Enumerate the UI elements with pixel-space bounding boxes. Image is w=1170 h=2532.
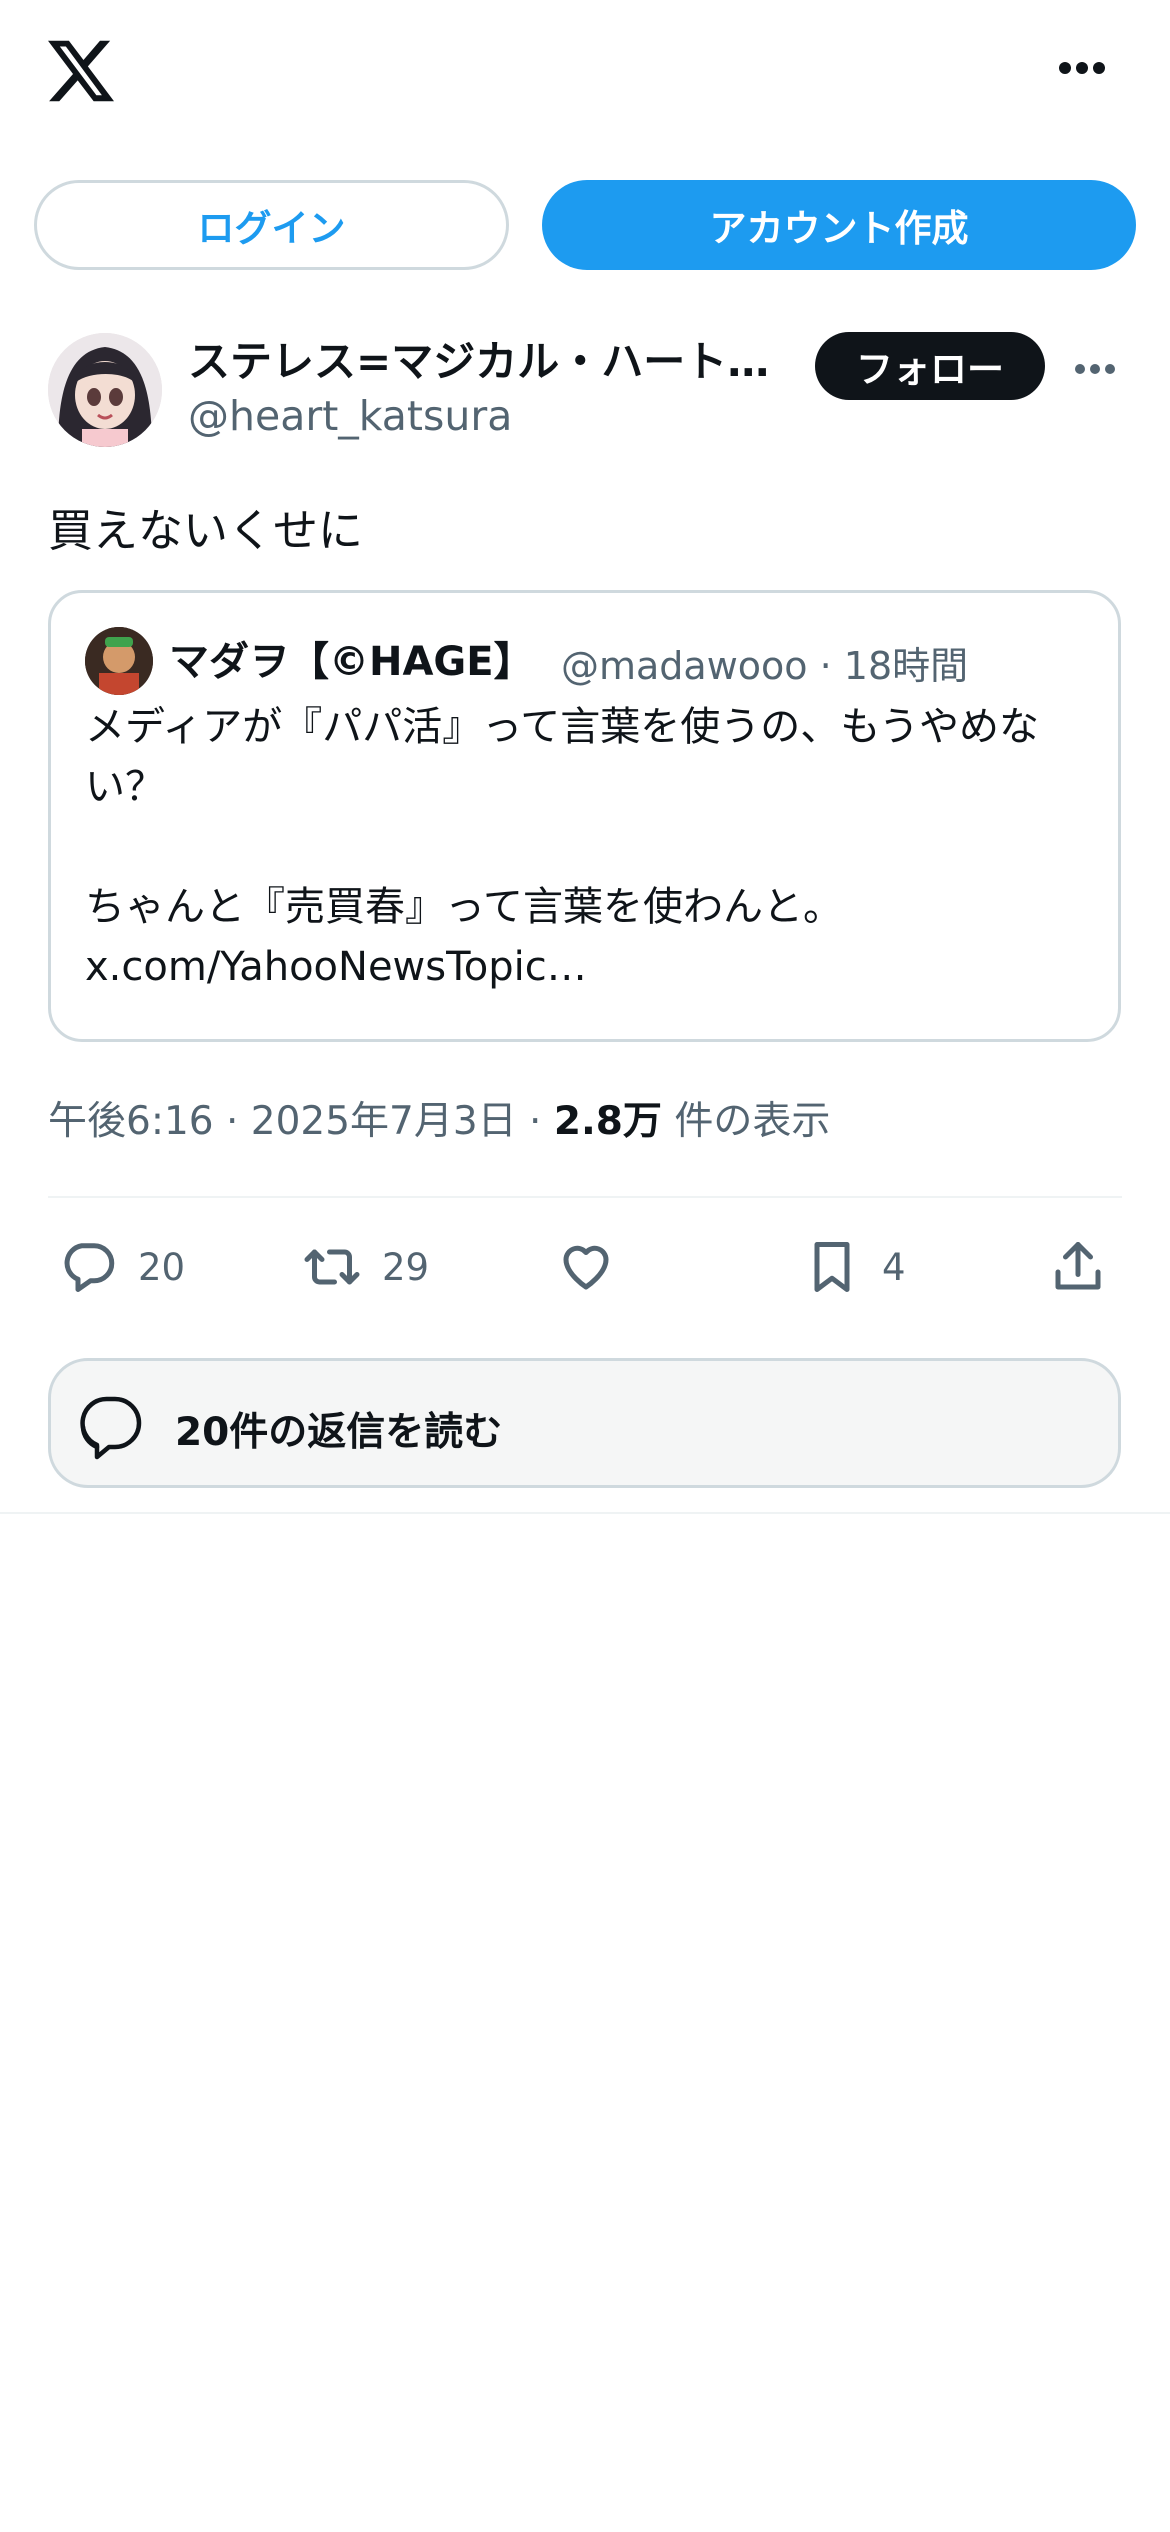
share-icon bbox=[1048, 1237, 1108, 1297]
x-logo-icon[interactable] bbox=[48, 40, 114, 102]
views-count: 2.8万 bbox=[553, 1099, 662, 1144]
views-label: 件の表示 bbox=[661, 1099, 831, 1144]
like-button[interactable] bbox=[556, 1232, 636, 1302]
post-meta: 午後6:16 · 2025年7月3日 · 2.8万 件の表示 bbox=[48, 1090, 830, 1146]
quoted-author-avatar bbox=[85, 627, 153, 695]
post-timestamp[interactable]: 午後6:16 · 2025年7月3日 · bbox=[48, 1099, 554, 1144]
signup-button[interactable]: アカウント作成 bbox=[542, 180, 1136, 270]
author-name[interactable]: ステレス=マジカル・ハート… bbox=[188, 328, 769, 389]
follow-button[interactable]: フォロー bbox=[815, 332, 1045, 400]
bookmark-count: 4 bbox=[882, 1245, 906, 1289]
author-handle[interactable]: @heart_katsura bbox=[188, 392, 512, 440]
divider bbox=[0, 1512, 1170, 1514]
reply-count: 20 bbox=[138, 1245, 186, 1289]
quoted-author-handle-time: @madawooo · 18時間 bbox=[561, 644, 969, 688]
author-avatar[interactable] bbox=[48, 333, 162, 447]
quoted-post-card[interactable]: マダヲ【©HAGE】 @madawooo · 18時間 メディアが『パパ活』って… bbox=[48, 590, 1121, 1042]
quoted-author-name: マダヲ【©HAGE】 bbox=[169, 639, 534, 685]
heart-icon bbox=[556, 1237, 616, 1297]
read-replies-button[interactable]: 20件の返信を読む bbox=[48, 1358, 1121, 1488]
read-replies-label: 20件の返信を読む bbox=[175, 1410, 503, 1455]
divider bbox=[48, 1196, 1122, 1198]
more-horizontal-icon[interactable] bbox=[1058, 60, 1106, 76]
chat-bubbles-icon bbox=[77, 1391, 149, 1461]
reply-button[interactable]: 20 bbox=[58, 1232, 185, 1302]
retweet-count: 29 bbox=[382, 1245, 430, 1289]
post-text: 買えないくせに bbox=[48, 504, 364, 557]
share-button[interactable] bbox=[1048, 1232, 1108, 1302]
bookmark-icon bbox=[802, 1237, 862, 1297]
bookmark-button[interactable]: 4 bbox=[802, 1232, 906, 1302]
retweet-icon bbox=[302, 1237, 362, 1297]
reply-icon bbox=[58, 1237, 118, 1297]
login-button[interactable]: ログイン bbox=[34, 180, 509, 270]
retweet-button[interactable]: 29 bbox=[302, 1232, 429, 1302]
more-horizontal-icon[interactable] bbox=[1074, 363, 1116, 375]
quoted-post-text: メディアが『パパ活』って言葉を使うの、もうやめない？ ちゃんと『売買春』って言葉… bbox=[85, 704, 1039, 990]
